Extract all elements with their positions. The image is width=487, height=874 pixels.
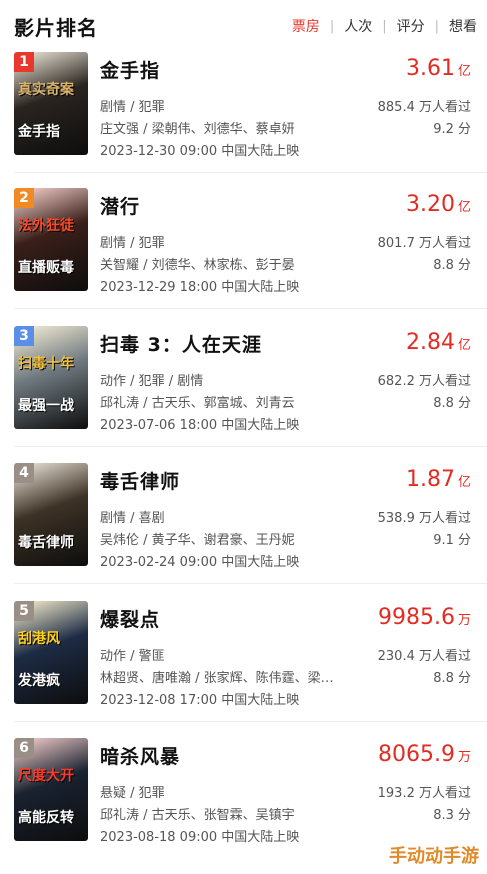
movie-score: 8.3 分 — [433, 808, 471, 823]
release-date: 2023-12-08 17:00 中国大陆上映 — [100, 693, 300, 708]
movie-row[interactable]: 5 刮港风 发港疯 爆裂点 9985.6 万 动作 / 警匪 林超贤、唐唯瀚 / … — [0, 601, 487, 733]
box-office-unit: 万 — [457, 750, 471, 765]
poster-text: 高能反转 — [18, 810, 74, 826]
viewer-count: 801.7 万人看过 — [377, 236, 471, 251]
box-office: 8065.9 万 — [378, 742, 471, 767]
movie-score: 8.8 分 — [433, 396, 471, 411]
rank-badge: 2 — [14, 188, 34, 208]
movie-score: 9.1 分 — [433, 533, 471, 548]
poster-text: 刮港风 — [18, 631, 60, 647]
release-date: 2023-12-30 09:00 中国大陆上映 — [100, 144, 300, 159]
box-office-unit: 亿 — [457, 64, 471, 79]
movie-cast: 关智耀 / 刘德华、林家栋、彭于晏 — [100, 258, 295, 273]
movie-cast: 林超贤、唐唯瀚 / 张家辉、陈伟霆、梁… — [100, 671, 334, 686]
tab-viewers[interactable]: 人次 — [342, 16, 374, 36]
movie-poster[interactable]: 2 法外狂徒 直播贩毒 — [14, 188, 88, 291]
movie-cast: 吴炜伦 / 黄子华、谢君豪、王丹妮 — [100, 533, 295, 548]
box-office-unit: 亿 — [457, 475, 471, 490]
box-office: 3.61 亿 — [406, 56, 471, 81]
viewer-count: 885.4 万人看过 — [377, 100, 471, 115]
movie-genre: 剧情 / 犯罪 — [100, 100, 165, 115]
box-office: 1.87 亿 — [406, 467, 471, 492]
poster-text: 直播贩毒 — [18, 260, 74, 276]
poster-text: 发港疯 — [18, 673, 60, 689]
release-date: 2023-02-24 09:00 中国大陆上映 — [100, 555, 300, 570]
box-office: 2.84 亿 — [406, 330, 471, 355]
movie-title[interactable]: 扫毒 3：人在天涯 — [100, 330, 262, 357]
tab-separator: | — [434, 18, 439, 34]
movie-title[interactable]: 金手指 — [100, 56, 160, 83]
tab-separator: | — [329, 18, 335, 34]
watermark-logo: 手动动手游 — [389, 846, 479, 867]
row-divider — [14, 308, 487, 309]
rank-badge: 3 — [14, 326, 34, 346]
movie-row[interactable]: 4 毒舌律师 毒舌律师 1.87 亿 剧情 / 喜剧 吴炜伦 / 黄子华、谢君豪、… — [0, 463, 487, 595]
movie-score: 8.8 分 — [433, 258, 471, 273]
viewer-count: 682.2 万人看过 — [377, 374, 471, 389]
row-divider — [14, 721, 487, 722]
poster-text: 扫毒十年 — [18, 356, 74, 372]
movie-title[interactable]: 潜行 — [100, 192, 140, 219]
release-date: 2023-07-06 18:00 中国大陆上映 — [100, 418, 300, 433]
box-office: 9985.6 万 — [378, 605, 471, 630]
movie-genre: 悬疑 / 犯罪 — [100, 786, 165, 801]
tab-separator: | — [382, 18, 387, 34]
box-office-value: 2.84 — [406, 330, 455, 355]
row-divider — [14, 583, 487, 584]
viewer-count: 538.9 万人看过 — [377, 511, 471, 526]
poster-text: 法外狂徒 — [18, 218, 74, 234]
row-divider — [14, 446, 487, 447]
movie-poster[interactable]: 5 刮港风 发港疯 — [14, 601, 88, 704]
box-office-unit: 万 — [457, 613, 471, 628]
poster-text: 真实奇案 — [18, 82, 74, 98]
box-office-value: 3.20 — [406, 192, 455, 217]
rank-badge: 1 — [14, 52, 34, 72]
box-office-value: 1.87 — [406, 467, 455, 492]
tab-want-to-see[interactable]: 想看 — [447, 16, 479, 36]
rank-badge: 5 — [14, 601, 34, 621]
release-date: 2023-08-18 09:00 中国大陆上映 — [100, 830, 300, 845]
movie-score: 9.2 分 — [433, 122, 471, 137]
movie-title[interactable]: 爆裂点 — [100, 605, 160, 632]
movie-row[interactable]: 1 真实奇案 金手指 金手指 3.61 亿 剧情 / 犯罪 庄文强 / 梁朝伟、刘… — [0, 52, 487, 184]
movie-genre: 动作 / 犯罪 / 剧情 — [100, 374, 204, 389]
movie-row[interactable]: 2 法外狂徒 直播贩毒 潜行 3.20 亿 剧情 / 犯罪 关智耀 / 刘德华、林… — [0, 188, 487, 320]
poster-text: 金手指 — [18, 124, 60, 140]
sort-tabs: 票房 | 人次 | 评分 | 想看 — [290, 16, 479, 36]
box-office-unit: 亿 — [457, 338, 471, 353]
box-office-value: 9985.6 — [378, 605, 455, 630]
rank-badge: 6 — [14, 738, 34, 758]
viewer-count: 230.4 万人看过 — [377, 649, 471, 664]
viewer-count: 193.2 万人看过 — [377, 786, 471, 801]
movie-title[interactable]: 暗杀风暴 — [100, 742, 180, 769]
movie-poster[interactable]: 6 尺度大开 高能反转 — [14, 738, 88, 841]
release-date: 2023-12-29 18:00 中国大陆上映 — [100, 280, 300, 295]
movie-cast: 邱礼涛 / 古天乐、郭富城、刘青云 — [100, 396, 295, 411]
movie-genre: 剧情 / 喜剧 — [100, 511, 165, 526]
tab-score[interactable]: 评分 — [395, 16, 427, 36]
poster-text: 最强一战 — [18, 398, 74, 414]
box-office-unit: 亿 — [457, 200, 471, 215]
movie-cast: 庄文强 / 梁朝伟、刘德华、蔡卓妍 — [100, 122, 295, 137]
movie-score: 8.8 分 — [433, 671, 471, 686]
box-office-value: 8065.9 — [378, 742, 455, 767]
movie-poster[interactable]: 1 真实奇案 金手指 — [14, 52, 88, 155]
movie-poster[interactable]: 3 扫毒十年 最强一战 — [14, 326, 88, 429]
rank-badge: 4 — [14, 463, 34, 483]
page-title: 影片排名 — [14, 16, 98, 40]
row-divider — [14, 172, 487, 173]
movie-title[interactable]: 毒舌律师 — [100, 467, 180, 494]
poster-text: 毒舌律师 — [18, 535, 74, 551]
movie-cast: 邱礼涛 / 古天乐、张智霖、吴镇宇 — [100, 808, 295, 823]
box-office: 3.20 亿 — [406, 192, 471, 217]
movie-row[interactable]: 3 扫毒十年 最强一战 扫毒 3：人在天涯 2.84 亿 动作 / 犯罪 / 剧情… — [0, 326, 487, 458]
box-office-value: 3.61 — [406, 56, 455, 81]
poster-text: 尺度大开 — [18, 768, 74, 784]
movie-genre: 剧情 / 犯罪 — [100, 236, 165, 251]
movie-poster[interactable]: 4 毒舌律师 — [14, 463, 88, 566]
ranking-header: 影片排名 票房 | 人次 | 评分 | 想看 — [0, 0, 487, 48]
tab-box-office[interactable]: 票房 — [290, 16, 322, 36]
movie-genre: 动作 / 警匪 — [100, 649, 165, 664]
